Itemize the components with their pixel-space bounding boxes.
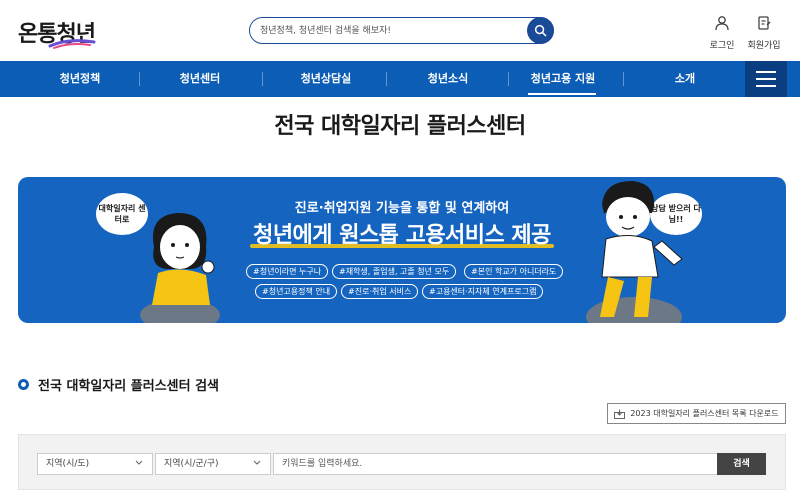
main-nav: 청년정책 청년센터 청년상담실 청년소식 청년고용 지원 소개 (0, 61, 800, 97)
nav-divider (386, 72, 387, 86)
banner-tag: #진로·취업 서비스 (341, 284, 419, 299)
logo-swoosh-icon (48, 39, 96, 49)
download-label: 2023 대학일자리 플러스센터 목록 다운로드 (630, 409, 779, 418)
section-title-text: 전국 대학일자리 플러스센터 검색 (38, 379, 220, 394)
keyword-input[interactable] (273, 453, 728, 475)
banner-tag: #청년이라면 누구나 (246, 264, 329, 279)
global-search-button[interactable] (527, 17, 554, 44)
banner-tag: #고용센터·지자체 연계프로그램 (422, 284, 544, 299)
login-label: 로그인 (709, 41, 735, 51)
signup-form-icon (758, 16, 771, 30)
global-search-input[interactable] (260, 21, 520, 41)
global-search (249, 17, 554, 44)
nav-item-employment[interactable]: 청년고용 지원 (518, 61, 608, 97)
promo-banner: 진로·취업지원 기능을 통합 및 연계하여 청년에게 원스톱 고용서비스 제공 … (18, 177, 786, 323)
banner-tag: #본인 학교가 아니더라도 (464, 264, 564, 279)
nav-item-news[interactable]: 청년소식 (408, 61, 488, 97)
region-sido-select[interactable]: 지역(시/도) (37, 453, 153, 475)
banner-tag: #청년고용정책 안내 (255, 284, 338, 299)
region-sigungu-value: 지역(시/군/구) (164, 459, 219, 469)
nav-item-center[interactable]: 청년센터 (160, 61, 240, 97)
search-submit-button[interactable]: 검색 (717, 453, 766, 475)
banner-tag: #재학생, 졸업생, 고졸 청년 모두 (332, 264, 457, 279)
section-heading: 전국 대학일자리 플러스센터 검색 (18, 375, 219, 394)
nav-item-counseling[interactable]: 청년상담실 (280, 61, 372, 97)
user-icon (715, 16, 729, 31)
chevron-down-icon (253, 460, 261, 465)
search-filter-panel: 지역(시/도) 지역(시/군/구) 검색 (18, 434, 786, 490)
signup-label: 회원가입 (747, 41, 781, 51)
girl-character-icon (140, 213, 220, 323)
site-header: 온통청년 로그인 회원가입 (0, 0, 800, 61)
download-list-button[interactable]: 2023 대학일자리 플러스센터 목록 다운로드 (607, 403, 786, 424)
region-sido-value: 지역(시/도) (46, 459, 90, 469)
nav-divider (262, 72, 263, 86)
nav-active-indicator (528, 93, 596, 95)
boy-character-icon (586, 181, 683, 323)
section-bullet-icon (18, 379, 29, 390)
menu-hamburger-icon[interactable] (745, 61, 787, 97)
chevron-down-icon (135, 460, 143, 465)
nav-divider (623, 72, 624, 86)
site-logo[interactable]: 온통청년 (18, 14, 100, 49)
page-title: 전국 대학일자리 플러스센터 (274, 114, 526, 139)
search-icon (534, 24, 547, 37)
nav-divider (508, 72, 509, 86)
region-sigungu-select[interactable]: 지역(시/군/구) (155, 453, 271, 475)
signup-button[interactable]: 회원가입 (744, 15, 784, 51)
login-button[interactable]: 로그인 (702, 15, 742, 51)
download-icon (614, 409, 626, 419)
nav-item-policy[interactable]: 청년정책 (40, 61, 120, 97)
nav-item-about[interactable]: 소개 (645, 61, 725, 97)
nav-divider (139, 72, 140, 86)
